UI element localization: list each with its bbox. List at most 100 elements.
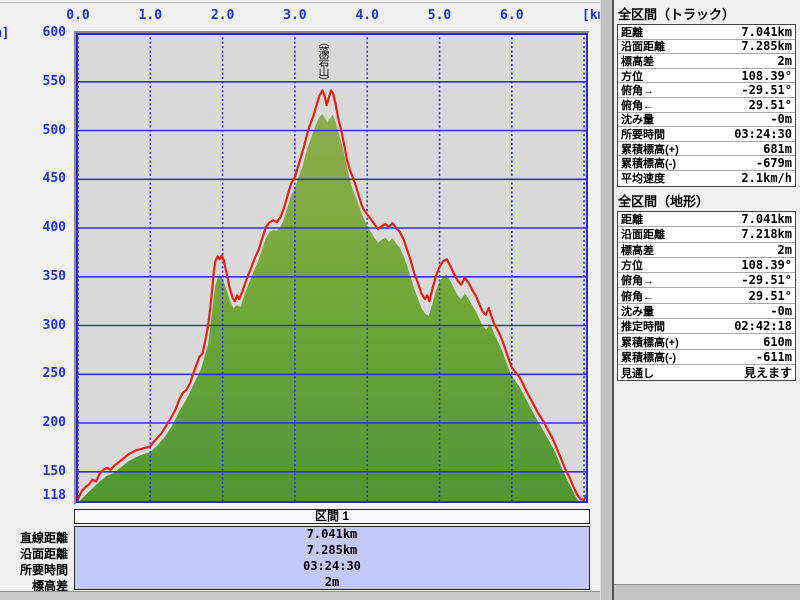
elevation-chart-region: [m] [km] 0.01.02.03.04.05.06.0 600550500… bbox=[0, 0, 612, 600]
stat-value: 見えます bbox=[744, 364, 792, 381]
y-tick-label: 118 bbox=[20, 488, 66, 503]
stat-label: 沿面距離 bbox=[621, 226, 665, 242]
stat-label: 沿面距離 bbox=[621, 38, 665, 54]
section-row-label: 直線距離 bbox=[0, 529, 68, 544]
section-header-bar: 区間 1 bbox=[74, 509, 590, 524]
stat-label: 累積標高(-) bbox=[621, 155, 676, 171]
stats-table-row: 累積標高(+) 610m bbox=[618, 334, 795, 349]
stat-value: 2m bbox=[778, 54, 792, 68]
y-tick-label: 450 bbox=[20, 171, 66, 186]
peak-annotation: （藻岩山） bbox=[316, 36, 331, 118]
stat-value: 2.1km/h bbox=[741, 171, 792, 185]
stat-value: -0m bbox=[770, 112, 792, 126]
stats-table-row: 見通し 見えます bbox=[618, 365, 795, 380]
stat-value: 7.218km bbox=[741, 227, 792, 241]
section-row-label: 標高差 bbox=[0, 577, 68, 592]
x-tick-label: 4.0 bbox=[345, 8, 389, 23]
section-row-label: 沿面距離 bbox=[0, 545, 68, 560]
stat-label: 沈み量 bbox=[621, 303, 654, 319]
stats-table-row: 沿面距離 7.218km bbox=[618, 227, 795, 242]
stats-table-row: 標高差 2m bbox=[618, 54, 795, 69]
stat-label: 標高差 bbox=[621, 242, 654, 258]
elevation-profile-window: [m] [km] 0.01.02.03.04.05.06.0 600550500… bbox=[0, 0, 800, 600]
section-value: 7.285km bbox=[75, 543, 589, 559]
y-tick-label: 250 bbox=[20, 366, 66, 381]
stat-value: 7.041km bbox=[741, 212, 792, 226]
stats-table-row: 沈み量 -0m bbox=[618, 113, 795, 128]
stat-value: -611m bbox=[756, 350, 792, 364]
section-value: 03:24:30 bbox=[75, 559, 589, 575]
stats-sidebar: 全区間（トラック）距離7.041km沿面距離7.285km標高差2m方位108.… bbox=[614, 0, 800, 600]
y-tick-label: 200 bbox=[20, 415, 66, 430]
section-row-label: 所要時間 bbox=[0, 561, 68, 576]
stat-label: 俯角← bbox=[621, 97, 654, 113]
stat-value: 108.39° bbox=[741, 69, 792, 83]
stat-value: 03:24:30 bbox=[734, 127, 792, 141]
stat-value: -0m bbox=[770, 304, 792, 318]
stat-value: 681m bbox=[763, 142, 792, 156]
stats-table: 距離 7.041km 沿面距離 7.285km 標高差 2m 方位 108.39°俯角→-29… bbox=[617, 24, 796, 187]
x-tick-label: 1.0 bbox=[128, 8, 172, 23]
stats-table-row: 累積標高(-)-679m bbox=[618, 156, 795, 171]
stat-label: 距離 bbox=[621, 24, 643, 40]
y-tick-label: 600 bbox=[20, 25, 66, 40]
stat-value: 108.39° bbox=[741, 258, 792, 272]
stat-label: 推定時間 bbox=[621, 318, 665, 334]
stat-label: 沈み量 bbox=[621, 111, 654, 127]
stat-label: 累積標高(-) bbox=[621, 349, 676, 365]
y-tick-label: 350 bbox=[20, 269, 66, 284]
section-value: 2m bbox=[75, 575, 589, 591]
sidebar-bottom-strip bbox=[614, 584, 800, 600]
section-value: 7.041km bbox=[75, 527, 589, 543]
y-tick-label: 400 bbox=[20, 220, 66, 235]
stat-value: 2m bbox=[778, 243, 792, 257]
y-axis-unit-label: [m] bbox=[0, 26, 9, 41]
stats-table-row: 俯角← 29.51° bbox=[618, 288, 795, 303]
stat-label: 俯角→ bbox=[621, 272, 654, 288]
stat-value: 7.285km bbox=[741, 39, 792, 53]
stats-table-row: 俯角→-29.51° bbox=[618, 83, 795, 98]
stat-value: 29.51° bbox=[749, 98, 792, 112]
stats-table-row: 方位 108.39° bbox=[618, 69, 795, 84]
x-tick-label: 3.0 bbox=[273, 8, 317, 23]
stats-table-row: 沿面距離 7.285km bbox=[618, 40, 795, 55]
stat-label: 標高差 bbox=[621, 53, 654, 69]
stat-value: -29.51° bbox=[741, 83, 792, 97]
stats-table-row: 沈み量 -0m bbox=[618, 304, 795, 319]
stats-table-row: 方位 108.39° bbox=[618, 258, 795, 273]
y-tick-label: 150 bbox=[20, 464, 66, 479]
bottom-gray-strip bbox=[0, 591, 612, 600]
elevation-plot bbox=[76, 33, 588, 503]
stat-label: 累積標高(+) bbox=[621, 141, 679, 157]
stat-label: 方位 bbox=[621, 257, 643, 273]
y-tick-label: 550 bbox=[20, 74, 66, 89]
sidebar-panel-title: 全区間（地形） bbox=[618, 191, 709, 210]
stat-value: 610m bbox=[763, 335, 792, 349]
x-tick-label: 0.0 bbox=[56, 8, 100, 23]
stat-value: 7.041km bbox=[741, 25, 792, 39]
stat-value: 29.51° bbox=[749, 289, 792, 303]
pane-splitter[interactable] bbox=[600, 0, 614, 600]
stat-label: 方位 bbox=[621, 68, 643, 84]
x-tick-label: 2.0 bbox=[201, 8, 245, 23]
stat-value: -29.51° bbox=[741, 273, 792, 287]
x-tick-label: 5.0 bbox=[418, 8, 462, 23]
sidebar-panel-title: 全区間（トラック） bbox=[618, 4, 735, 23]
stats-table-row: 推定時間 02:42:18 bbox=[618, 319, 795, 334]
stat-label: 所要時間 bbox=[621, 126, 665, 142]
stats-table-row: 距離 7.041km bbox=[618, 25, 795, 40]
stat-label: 平均速度 bbox=[621, 170, 665, 186]
stats-table-row: 累積標高(-) -611m bbox=[618, 350, 795, 365]
y-tick-label: 500 bbox=[20, 123, 66, 138]
stats-table-row: 距離7.041km bbox=[618, 212, 795, 227]
stat-label: 見通し bbox=[621, 365, 654, 381]
stat-label: 俯角← bbox=[621, 288, 654, 304]
stats-table-row: 俯角→ -29.51° bbox=[618, 273, 795, 288]
stat-label: 累積標高(+) bbox=[621, 334, 679, 350]
y-tick-label: 300 bbox=[20, 318, 66, 333]
stats-table-row: 俯角← 29.51° bbox=[618, 98, 795, 113]
stats-table-row: 標高差 2m bbox=[618, 243, 795, 258]
section-values-panel: 7.041km7.285km03:24:302m bbox=[74, 526, 590, 590]
stat-value: 02:42:18 bbox=[734, 319, 792, 333]
stats-table: 距離7.041km沿面距離 7.218km 標高差 2m 方位 108.39° 俯角→ -29… bbox=[617, 211, 796, 381]
